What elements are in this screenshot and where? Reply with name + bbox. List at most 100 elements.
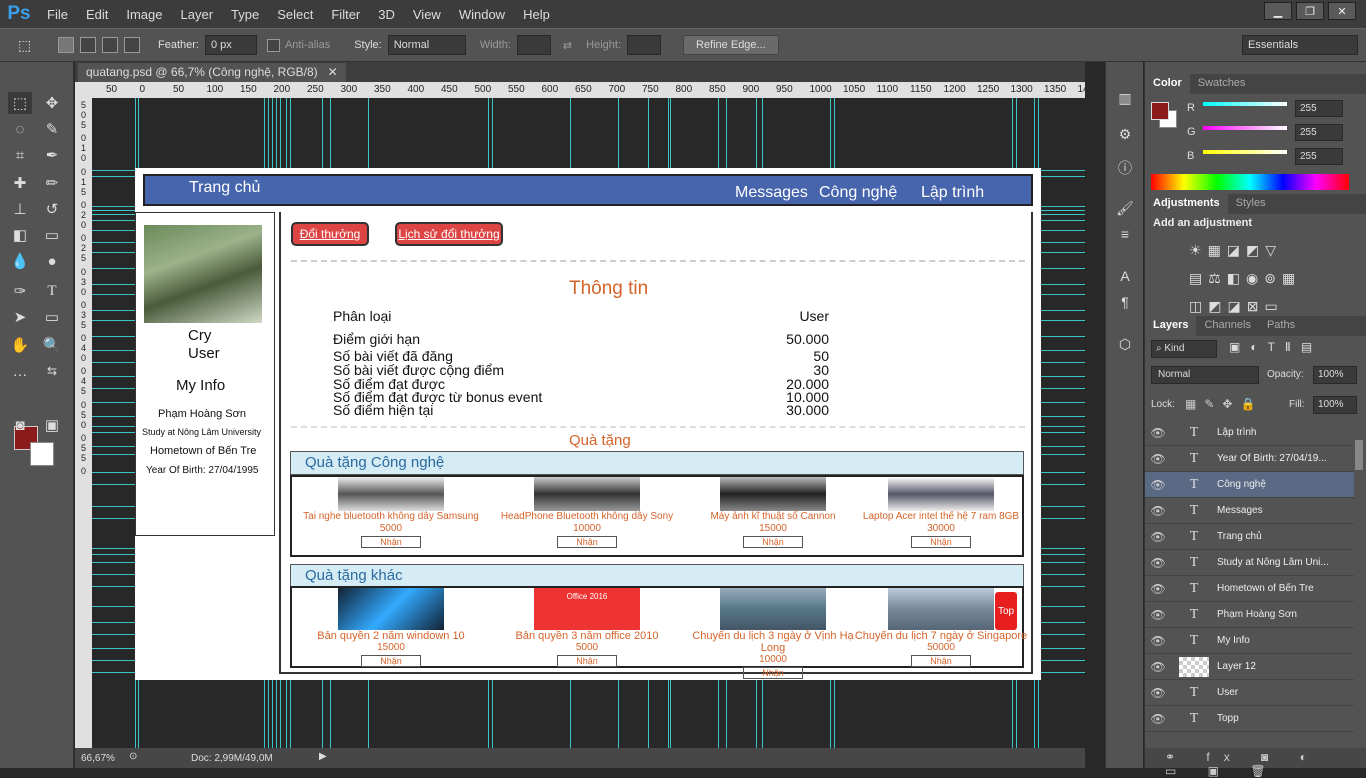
paragraph-panel-icon[interactable]: ¶ (1115, 294, 1135, 314)
eraser-tool-icon[interactable]: ◧ (8, 224, 32, 246)
threshold-icon[interactable]: ◪ (1227, 298, 1246, 314)
menu-view[interactable]: View (404, 7, 450, 22)
height-input[interactable] (627, 35, 661, 55)
opacity-input[interactable]: 100% (1313, 366, 1357, 384)
character-panel-icon[interactable]: A (1115, 268, 1135, 288)
menu-select[interactable]: Select (268, 7, 322, 22)
brightness-icon[interactable]: ☀ (1189, 242, 1208, 258)
menu-edit[interactable]: Edit (77, 7, 117, 22)
tab-color[interactable]: Color (1145, 74, 1190, 94)
layer-row[interactable]: 👁 Layer 12 (1145, 654, 1354, 680)
edit-toolbar-icon[interactable]: … (8, 360, 32, 382)
hue-icon[interactable]: ▤ (1189, 270, 1208, 286)
visibility-eye-icon[interactable]: 👁 (1145, 556, 1171, 570)
clone-stamp-icon[interactable]: ⊥ (8, 198, 32, 220)
screen-mode-icon[interactable]: ▣ (40, 414, 64, 436)
b-slider[interactable] (1203, 150, 1287, 154)
curves-icon[interactable]: ◪ (1227, 242, 1246, 258)
menu-file[interactable]: File (38, 7, 77, 22)
marquee-tool-icon[interactable]: ⬚ (8, 92, 32, 114)
document-canvas[interactable]: Trang chủ Messages Công nghệ Lập trình C… (135, 168, 1041, 680)
menu-3d[interactable]: 3D (369, 7, 404, 22)
layer-row[interactable]: 👁 T Messages (1145, 498, 1354, 524)
tab-swatches[interactable]: Swatches (1190, 74, 1254, 94)
g-value[interactable]: 255 (1295, 124, 1343, 141)
layer-row[interactable]: 👁 T My Info (1145, 628, 1354, 654)
lookup-icon[interactable]: ▦ (1282, 270, 1301, 286)
vibrance-icon[interactable]: ▽ (1265, 242, 1282, 258)
brush-panel-icon[interactable]: 🖌 (1115, 200, 1135, 220)
layer-row[interactable]: 👁 T Trang chủ (1145, 524, 1354, 550)
receive-button[interactable]: Nhận (557, 536, 617, 548)
r-slider[interactable] (1203, 102, 1287, 106)
add-selection-icon[interactable] (80, 37, 96, 53)
color-fg-swatch[interactable] (1151, 102, 1169, 120)
layer-row[interactable]: 👁 T Công nghệ (1145, 472, 1354, 498)
top-button[interactable]: Top (995, 592, 1017, 630)
exposure-icon[interactable]: ◩ (1246, 242, 1265, 258)
selective-icon[interactable]: ⊠ (1247, 298, 1265, 314)
gradient-tool-icon[interactable]: ▭ (40, 224, 64, 246)
menu-help[interactable]: Help (514, 7, 559, 22)
brush-tool-icon[interactable]: ✏ (40, 172, 64, 194)
history-brush-icon[interactable]: ↺ (40, 198, 64, 220)
menu-image[interactable]: Image (117, 7, 171, 22)
visibility-eye-icon[interactable]: 👁 (1145, 712, 1171, 726)
document-tab[interactable]: quatang.psd @ 66,7% (Công nghệ, RGB/8) ✕ (78, 63, 346, 82)
visibility-eye-icon[interactable]: 👁 (1145, 660, 1171, 674)
3d-panel-icon[interactable]: ⬡ (1115, 336, 1135, 356)
history-button[interactable]: Lịch sử đổi thưởng (395, 222, 503, 246)
menu-window[interactable]: Window (450, 7, 514, 22)
healing-brush-icon[interactable]: ✚ (8, 172, 32, 194)
redeem-button[interactable]: Đổi thưởng (291, 222, 369, 246)
swap-colors-icon[interactable]: ⇆ (40, 360, 64, 382)
antialias-checkbox[interactable] (266, 38, 280, 52)
tab-layers[interactable]: Layers (1145, 316, 1197, 336)
layer-row[interactable]: 👁 T Study at Nông Lâm Uni... (1145, 550, 1354, 576)
quick-mask-icon[interactable]: ◙ (8, 414, 32, 436)
bw-icon[interactable]: ◧ (1227, 270, 1246, 286)
layers-scrollbar[interactable] (1355, 440, 1363, 470)
visibility-eye-icon[interactable]: 👁 (1145, 452, 1171, 466)
menu-filter[interactable]: Filter (322, 7, 369, 22)
tab-adjustments[interactable]: Adjustments (1145, 194, 1228, 214)
g-slider[interactable] (1203, 126, 1287, 130)
receive-button[interactable]: Nhận (911, 655, 971, 667)
close-tab-icon[interactable]: ✕ (328, 65, 338, 80)
r-value[interactable]: 255 (1295, 100, 1343, 117)
fill-input[interactable]: 100% (1313, 396, 1357, 414)
gradient-map-icon[interactable]: ▭ (1264, 298, 1283, 314)
receive-button[interactable]: Nhận (361, 536, 421, 548)
history-panel-icon[interactable]: ▥ (1115, 90, 1135, 110)
eyedropper-icon[interactable]: ✒ (40, 144, 64, 166)
zoom-level[interactable]: 66,67% (81, 753, 115, 764)
receive-button[interactable]: Nhận (557, 655, 617, 667)
zoom-tool-icon[interactable]: 🔍 (40, 334, 64, 356)
dodge-tool-icon[interactable]: ● (40, 250, 64, 272)
restore-button[interactable]: ❐ (1296, 2, 1324, 20)
crop-tool-icon[interactable]: ⌗ (8, 144, 32, 166)
refine-edge-button[interactable]: Refine Edge... (683, 35, 779, 55)
lock-icons[interactable]: ▦✎✥🔒 (1185, 397, 1263, 411)
b-value[interactable]: 255 (1295, 148, 1343, 165)
visibility-eye-icon[interactable]: 👁 (1145, 686, 1171, 700)
visibility-eye-icon[interactable]: 👁 (1145, 608, 1171, 622)
width-input[interactable] (516, 35, 551, 55)
menu-layer[interactable]: Layer (172, 7, 223, 22)
properties-panel-icon[interactable]: ⚙ (1115, 126, 1135, 146)
status-info-icon[interactable]: ⊙ (129, 751, 137, 762)
layer-row[interactable]: 👁 T Topp (1145, 706, 1354, 732)
lasso-tool-icon[interactable]: ◌ (8, 118, 32, 140)
menu-type[interactable]: Type (222, 7, 268, 22)
visibility-eye-icon[interactable]: 👁 (1145, 634, 1171, 648)
rectangle-tool-icon[interactable]: ▭ (40, 306, 64, 328)
tab-channels[interactable]: Channels (1196, 316, 1258, 336)
path-select-icon[interactable]: ➤ (8, 306, 32, 328)
mixer-icon[interactable]: ⊚ (1264, 270, 1282, 286)
receive-button[interactable]: Nhận (911, 536, 971, 548)
posterize-icon[interactable]: ◩ (1208, 298, 1227, 314)
status-menu-arrow-icon[interactable]: ▶ (319, 751, 327, 762)
background-color-swatch[interactable] (30, 442, 54, 466)
receive-button[interactable]: Nhận (743, 667, 803, 679)
workspace-select[interactable]: Essentials (1242, 35, 1358, 55)
